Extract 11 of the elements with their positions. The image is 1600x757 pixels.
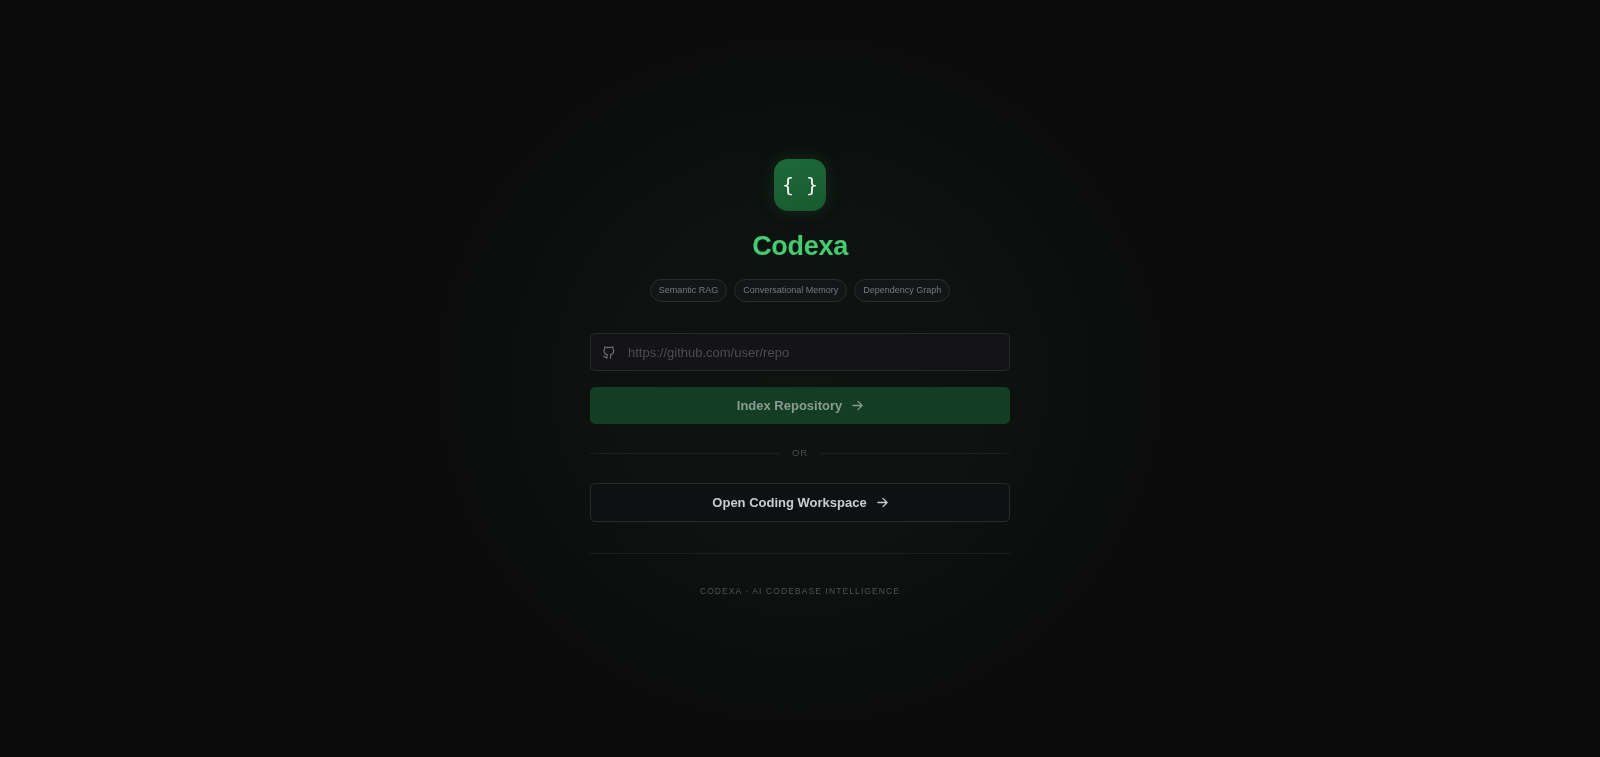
arrow-right-icon xyxy=(876,497,888,508)
separator-label: OR xyxy=(791,447,809,459)
feature-tag: Conversational Memory xyxy=(734,279,848,302)
github-icon xyxy=(602,345,616,359)
app-title: Codexa xyxy=(752,230,848,262)
app-logo: { } xyxy=(774,159,826,211)
feature-tag: Dependency Graph xyxy=(854,279,951,302)
feature-tag: Semantic RAG xyxy=(649,279,728,302)
repo-url-field[interactable]: https://github.com/user/repo xyxy=(590,333,1010,371)
arrow-right-icon xyxy=(852,400,864,411)
open-workspace-button[interactable]: Open Coding Workspace xyxy=(590,483,1010,522)
